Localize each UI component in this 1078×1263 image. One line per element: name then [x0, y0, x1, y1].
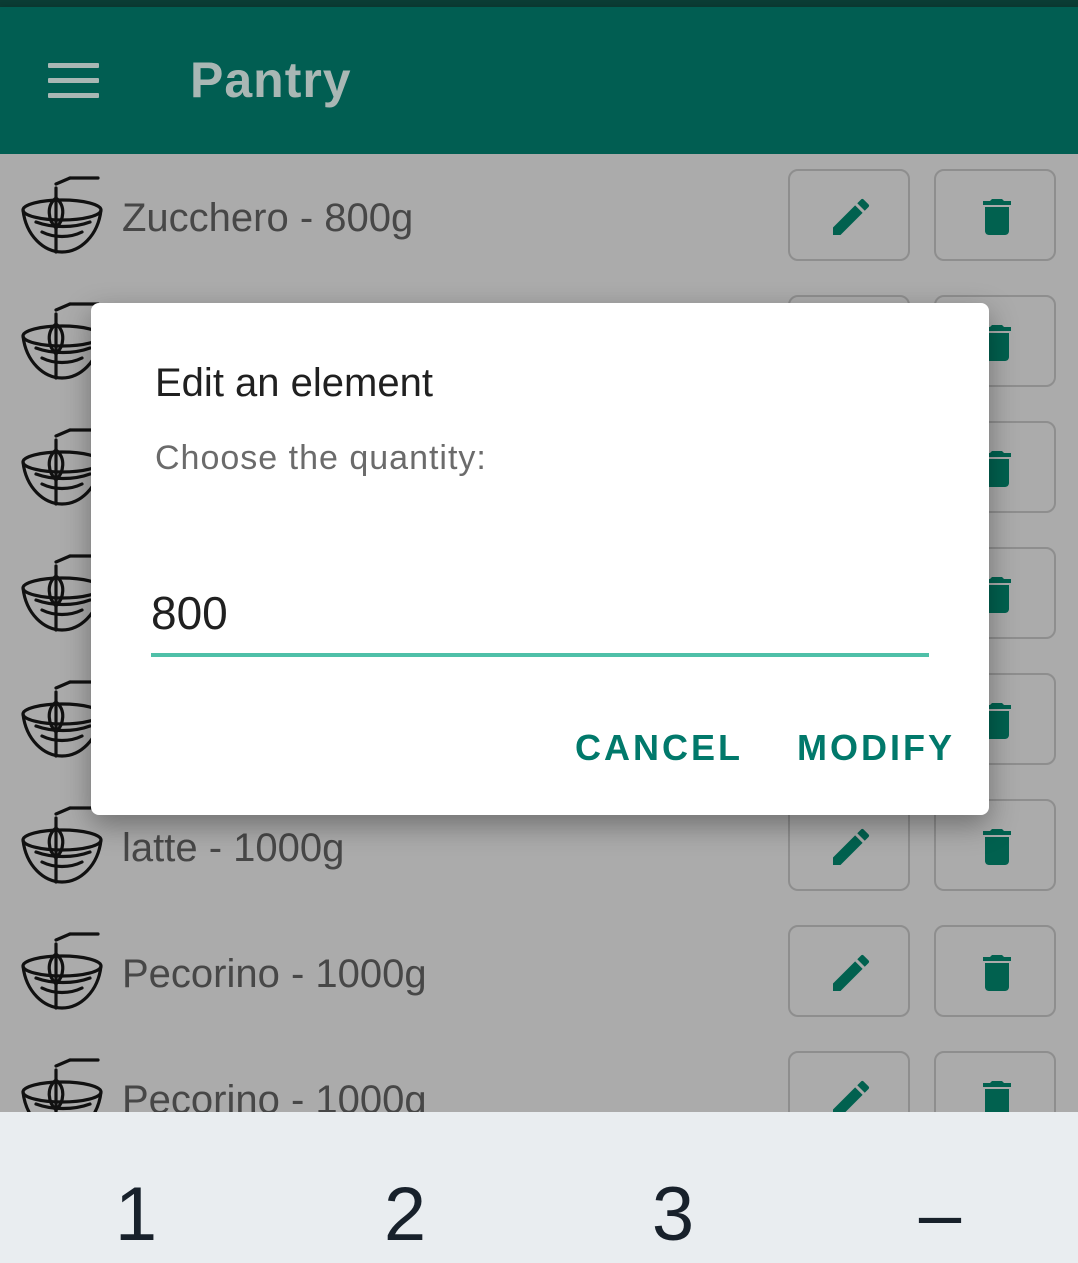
trash-icon — [973, 193, 1021, 241]
key-minus[interactable]: – — [880, 1170, 1000, 1260]
bowl-whisk-icon — [18, 806, 106, 888]
edit-button[interactable] — [788, 925, 910, 1017]
trash-icon — [973, 823, 1021, 871]
status-bar — [0, 0, 1078, 7]
pencil-icon — [827, 949, 875, 997]
edit-dialog: Edit an element Choose the quantity: CAN… — [91, 303, 989, 815]
list-item: Zucchero - 800g — [0, 154, 1078, 280]
menu-button[interactable] — [38, 49, 110, 111]
delete-button[interactable] — [934, 1051, 1056, 1112]
key-2[interactable]: 2 — [345, 1170, 465, 1260]
app-bar: Pantry — [0, 7, 1078, 154]
app-title: Pantry — [190, 52, 352, 108]
key-1[interactable]: 1 — [76, 1170, 196, 1260]
trash-icon — [973, 1075, 1021, 1112]
pencil-icon — [827, 1075, 875, 1112]
edit-button[interactable] — [788, 169, 910, 261]
pencil-icon — [827, 823, 875, 871]
numeric-keyboard: 1 2 3 – — [0, 1112, 1078, 1263]
key-3[interactable]: 3 — [613, 1170, 733, 1260]
trash-icon — [973, 949, 1021, 997]
item-label: latte - 1000g — [122, 826, 345, 870]
modify-button[interactable]: MODIFY — [797, 727, 955, 769]
dialog-message: Choose the quantity: — [155, 439, 487, 477]
bowl-whisk-icon — [18, 176, 106, 258]
quantity-input[interactable] — [151, 573, 929, 657]
item-label: Pecorino - 1000g — [122, 952, 427, 996]
list-item: Pecorino - 1000g — [0, 910, 1078, 1036]
edit-button[interactable] — [788, 1051, 910, 1112]
dialog-title: Edit an element — [155, 361, 433, 405]
bowl-whisk-icon — [18, 1058, 106, 1112]
pencil-icon — [827, 193, 875, 241]
cancel-button[interactable]: CANCEL — [575, 727, 743, 769]
item-label: Pecorino - 1000g — [122, 1078, 427, 1112]
bowl-whisk-icon — [18, 932, 106, 1014]
list-item: Pecorino - 1000g — [0, 1036, 1078, 1112]
delete-button[interactable] — [934, 169, 1056, 261]
delete-button[interactable] — [934, 925, 1056, 1017]
item-label: Zucchero - 800g — [122, 196, 414, 240]
